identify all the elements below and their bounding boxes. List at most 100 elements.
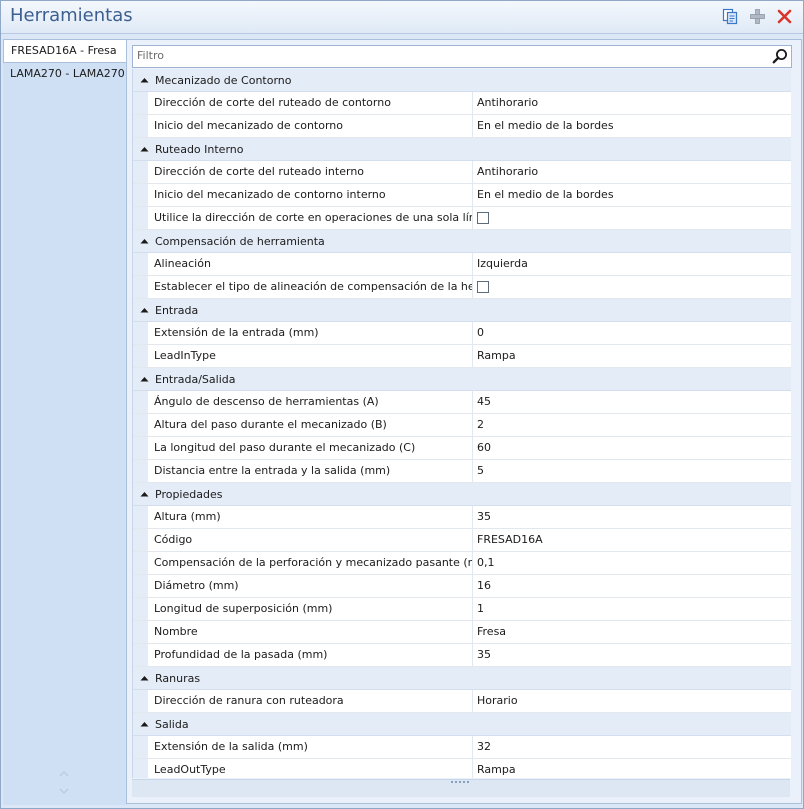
row-gutter (133, 414, 148, 436)
property-panel: Mecanizado de Contorno Dirección de corte… (126, 39, 802, 804)
property-checkbox[interactable] (477, 212, 489, 224)
property-value[interactable]: 45 (473, 391, 791, 413)
property-row[interactable]: Distancia entre la entrada y la salida (… (133, 460, 791, 483)
category-header[interactable]: Mecanizado de Contorno (133, 69, 791, 92)
property-row[interactable]: Utilice la dirección de corte en operaci… (133, 207, 791, 230)
category-header[interactable]: Propiedades (133, 483, 791, 506)
row-gutter (133, 115, 148, 137)
property-value[interactable]: En el medio de la bordes (473, 115, 791, 137)
chevron-up-icon[interactable] (133, 675, 155, 681)
scroll-up-icon[interactable] (59, 767, 69, 780)
property-value[interactable]: 1 (473, 598, 791, 620)
chevron-up-icon[interactable] (133, 307, 155, 313)
property-value[interactable]: Fresa (473, 621, 791, 643)
tool-item-lama270[interactable]: LAMA270 - LAMA270 (3, 63, 127, 85)
property-row[interactable]: Profundidad de la pasada (mm) 35 (133, 644, 791, 667)
property-row[interactable]: Inicio del mecanizado de contorno En el m… (133, 115, 791, 138)
property-value[interactable]: Rampa (473, 759, 791, 778)
property-row[interactable]: LeadInType Rampa (133, 345, 791, 368)
property-value[interactable]: Horario (473, 690, 791, 712)
property-name: Altura del paso durante el mecanizado (B… (148, 414, 473, 436)
property-value[interactable]: Izquierda (473, 253, 791, 275)
property-grid: Mecanizado de Contorno Dirección de corte… (132, 69, 791, 778)
property-row[interactable]: Código FRESAD16A (133, 529, 791, 552)
category-header[interactable]: Compensación de herramienta (133, 230, 791, 253)
row-gutter (133, 644, 148, 666)
row-gutter (133, 92, 148, 114)
row-gutter (133, 598, 148, 620)
property-name: Nombre (148, 621, 473, 643)
property-value[interactable]: 60 (473, 437, 791, 459)
property-name: La longitud del paso durante el mecaniza… (148, 437, 473, 459)
row-gutter (133, 552, 148, 574)
property-name: Altura (mm) (148, 506, 473, 528)
property-name: Dirección de corte del ruteado de contor… (148, 92, 473, 114)
property-value[interactable]: 16 (473, 575, 791, 597)
property-value[interactable]: 35 (473, 506, 791, 528)
chevron-up-icon[interactable] (133, 721, 155, 727)
row-gutter (133, 276, 148, 298)
property-value[interactable]: 35 (473, 644, 791, 666)
property-value[interactable]: 32 (473, 736, 791, 758)
property-checkbox[interactable] (477, 281, 489, 293)
tool-item-fresad16a[interactable]: FRESAD16A - Fresa (3, 39, 128, 63)
property-row[interactable]: Extensión de la salida (mm) 32 (133, 736, 791, 759)
chevron-up-icon[interactable] (133, 77, 155, 83)
property-name: Inicio del mecanizado de contorno intern… (148, 184, 473, 206)
category-header[interactable]: Entrada (133, 299, 791, 322)
property-row[interactable]: Establecer el tipo de alineación de comp… (133, 276, 791, 299)
row-gutter (133, 207, 148, 229)
property-row[interactable]: Longitud de superposición (mm) 1 (133, 598, 791, 621)
property-row[interactable]: Compensación de la perforación y mecaniz… (133, 552, 791, 575)
filter-input[interactable] (133, 46, 757, 65)
property-row[interactable]: Ángulo de descenso de herramientas (A) 45 (133, 391, 791, 414)
scroll-arrows (57, 767, 71, 797)
filter-box (132, 45, 792, 68)
description-splitter[interactable] (132, 779, 790, 797)
property-value[interactable]: 0 (473, 322, 791, 344)
property-value[interactable]: 0,1 (473, 552, 791, 574)
property-row[interactable]: Extensión de la entrada (mm) 0 (133, 322, 791, 345)
window-title: Herramientas (10, 5, 133, 26)
category-header[interactable]: Ruteado Interno (133, 138, 791, 161)
property-row[interactable]: Altura (mm) 35 (133, 506, 791, 529)
scroll-down-icon[interactable] (59, 784, 69, 797)
property-name: Utilice la dirección de corte en operaci… (148, 207, 473, 229)
property-value[interactable]: 5 (473, 460, 791, 482)
property-value[interactable]: Antihorario (473, 161, 791, 183)
category-label: Salida (155, 717, 189, 731)
copy-icon[interactable] (722, 8, 739, 25)
row-gutter (133, 506, 148, 528)
property-row[interactable]: Dirección de corte del ruteado de contor… (133, 92, 791, 115)
property-value[interactable]: 2 (473, 414, 791, 436)
chevron-up-icon[interactable] (133, 146, 155, 152)
splitter-grip-icon (451, 781, 471, 785)
property-row[interactable]: Nombre Fresa (133, 621, 791, 644)
property-row[interactable]: Alineación Izquierda (133, 253, 791, 276)
add-icon[interactable] (749, 8, 766, 25)
title-bar: Herramientas (1, 1, 803, 34)
property-row[interactable]: La longitud del paso durante el mecaniza… (133, 437, 791, 460)
search-icon[interactable] (772, 48, 788, 64)
property-row[interactable]: Diámetro (mm) 16 (133, 575, 791, 598)
property-value[interactable]: FRESAD16A (473, 529, 791, 551)
category-label: Compensación de herramienta (155, 234, 325, 248)
property-row[interactable]: LeadOutType Rampa (133, 759, 791, 778)
property-name: Inicio del mecanizado de contorno (148, 115, 473, 137)
category-header[interactable]: Salida (133, 713, 791, 736)
chevron-up-icon[interactable] (133, 491, 155, 497)
category-header[interactable]: Entrada/Salida (133, 368, 791, 391)
property-row[interactable]: Inicio del mecanizado de contorno intern… (133, 184, 791, 207)
property-row[interactable]: Dirección de ranura con ruteadora Horario (133, 690, 791, 713)
property-value[interactable]: Rampa (473, 345, 791, 367)
property-name: Diámetro (mm) (148, 575, 473, 597)
chevron-up-icon[interactable] (133, 376, 155, 382)
property-row[interactable]: Dirección de corte del ruteado interno An… (133, 161, 791, 184)
property-name: Alineación (148, 253, 473, 275)
chevron-up-icon[interactable] (133, 238, 155, 244)
property-row[interactable]: Altura del paso durante el mecanizado (B… (133, 414, 791, 437)
delete-icon[interactable] (776, 8, 793, 25)
property-value[interactable]: En el medio de la bordes (473, 184, 791, 206)
category-header[interactable]: Ranuras (133, 667, 791, 690)
property-value[interactable]: Antihorario (473, 92, 791, 114)
